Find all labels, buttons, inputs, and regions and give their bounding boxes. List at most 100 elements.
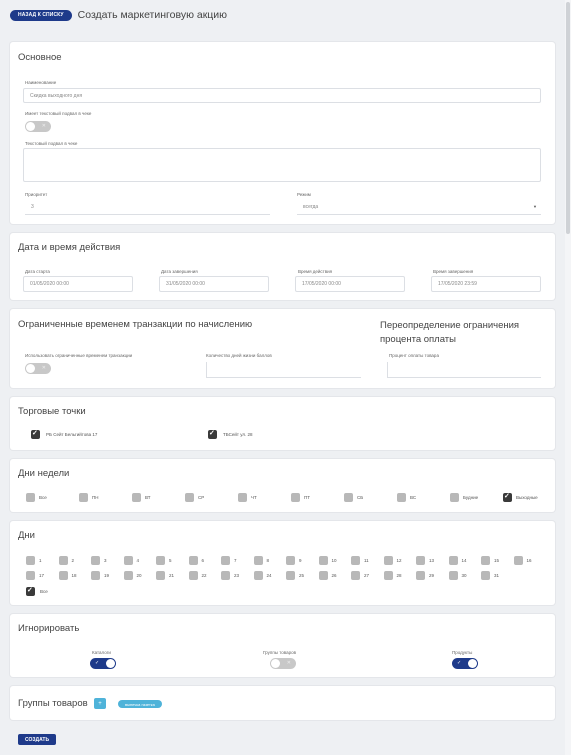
name-input[interactable]: Скидка выходного дня bbox=[23, 88, 541, 103]
toggle-knob bbox=[271, 659, 280, 668]
day-checkbox[interactable] bbox=[188, 556, 198, 565]
day-checkbox[interactable] bbox=[416, 556, 425, 565]
day-checkbox[interactable] bbox=[448, 571, 458, 580]
create-button[interactable]: СОЗДАТЬ bbox=[18, 734, 57, 745]
day-checkbox[interactable] bbox=[253, 571, 263, 580]
day-label: 3 bbox=[104, 558, 107, 563]
weekday-checkbox[interactable] bbox=[185, 493, 194, 502]
end-date-label: Дата завершения bbox=[161, 269, 198, 274]
weekday-label: ВТ bbox=[145, 495, 151, 500]
store-label-1: РБ Сейт Бельгийтова 17 bbox=[46, 432, 98, 437]
end-time-value: 17/05/2020 23:59 bbox=[438, 281, 477, 287]
weekday-checkbox[interactable] bbox=[397, 493, 406, 502]
cross-icon: ✕ bbox=[41, 365, 46, 371]
footer-text-area[interactable] bbox=[23, 148, 541, 182]
page-title: Создать маркетинговую акцию bbox=[77, 9, 228, 21]
weekdays-section: Дни недели Все ПН ВТ СР ЧТ ПТ СБ ВС Будние Выходн… bbox=[10, 459, 555, 512]
weekday-label: Будние bbox=[463, 495, 479, 500]
group-tag[interactable]: выпечка газетка bbox=[118, 700, 162, 708]
day-checkbox[interactable] bbox=[26, 556, 35, 565]
weekday-checkbox[interactable] bbox=[291, 493, 300, 502]
day-checkbox[interactable] bbox=[156, 556, 165, 565]
start-date-input[interactable]: 01/05/2020 00:00 bbox=[23, 276, 133, 292]
day-checkbox[interactable] bbox=[221, 556, 230, 565]
priority-input[interactable]: 3 bbox=[25, 199, 270, 215]
day-checkbox[interactable] bbox=[481, 571, 490, 580]
ignore-products-toggle[interactable]: ✓ bbox=[452, 658, 478, 669]
day-checkbox[interactable] bbox=[58, 571, 68, 580]
weekday-checkbox[interactable] bbox=[450, 493, 459, 502]
weekday-checkbox[interactable] bbox=[503, 492, 512, 502]
toggle-knob bbox=[26, 364, 35, 373]
store-label-2: ТБСейт ул. 28 bbox=[223, 432, 253, 437]
scrollbar[interactable] bbox=[565, 0, 571, 755]
day-checkbox[interactable] bbox=[188, 571, 198, 580]
weekday-checkbox[interactable] bbox=[344, 493, 353, 502]
day-checkbox[interactable] bbox=[383, 571, 393, 580]
day-checkbox[interactable] bbox=[91, 556, 100, 565]
groups-section-title: Группы товаров bbox=[18, 698, 88, 709]
day-checkbox[interactable] bbox=[416, 571, 425, 580]
day-checkbox[interactable] bbox=[513, 556, 523, 565]
day-checkbox[interactable] bbox=[26, 571, 35, 580]
day-checkbox[interactable] bbox=[286, 571, 295, 580]
groups-section: Группы товаров + выпечка газетка bbox=[10, 686, 555, 720]
day-all-checkbox[interactable] bbox=[26, 586, 35, 596]
ignore-catalogs-toggle[interactable]: ✓ bbox=[90, 658, 116, 669]
add-group-icon[interactable]: + bbox=[94, 698, 106, 709]
day-checkbox[interactable] bbox=[351, 571, 360, 580]
end-date-input[interactable]: 31/05/2020 00:00 bbox=[159, 276, 269, 292]
day-label: 15 bbox=[494, 558, 500, 563]
day-checkbox[interactable] bbox=[318, 571, 328, 580]
day-checkbox[interactable] bbox=[318, 556, 328, 565]
day-checkbox[interactable] bbox=[123, 571, 133, 580]
start-time-input[interactable]: 17/05/2020 00:00 bbox=[295, 276, 405, 292]
day-label: 13 bbox=[429, 558, 435, 563]
weekday-checkbox[interactable] bbox=[132, 493, 141, 502]
payment-percent-input[interactable] bbox=[387, 362, 541, 378]
has-text-footer-toggle[interactable]: ✕ bbox=[25, 121, 51, 132]
store-checkbox-1[interactable] bbox=[31, 429, 40, 439]
scrollbar-thumb[interactable] bbox=[566, 2, 570, 234]
chevron-down-icon: ▼ bbox=[533, 204, 537, 209]
day-checkbox[interactable] bbox=[383, 556, 393, 565]
day-checkbox[interactable] bbox=[123, 556, 133, 565]
day-label: 16 bbox=[526, 558, 532, 563]
store-checkbox-2[interactable] bbox=[208, 429, 217, 439]
day-label: 17 bbox=[39, 573, 45, 578]
back-to-list-button[interactable]: НАЗАД К СПИСКУ bbox=[10, 9, 72, 21]
day-checkbox[interactable] bbox=[481, 556, 490, 565]
day-label: 10 bbox=[331, 558, 337, 563]
mode-value: всегда bbox=[303, 203, 319, 210]
ignore-catalogs-label: Каталоги bbox=[92, 650, 111, 655]
ignore-groups-label: Группы товаров bbox=[263, 650, 296, 655]
day-checkbox[interactable] bbox=[221, 571, 230, 580]
day-checkbox[interactable] bbox=[286, 556, 295, 565]
day-label: 30 bbox=[461, 573, 467, 578]
end-time-input[interactable]: 17/05/2020 23:59 bbox=[431, 276, 541, 292]
points-lifetime-input[interactable] bbox=[206, 362, 361, 378]
weekday-label: Все bbox=[39, 495, 47, 500]
day-checkbox[interactable] bbox=[156, 571, 165, 580]
day-checkbox[interactable] bbox=[448, 556, 458, 565]
name-placeholder: Скидка выходного дня bbox=[30, 92, 83, 99]
basic-section: Основное Наименование Скидка выходного д… bbox=[10, 42, 555, 224]
day-label: 24 bbox=[266, 573, 272, 578]
days-section: Дни Все 12345678910111213141516171819202… bbox=[10, 521, 555, 605]
priority-value: 3 bbox=[31, 203, 34, 210]
footer-text-label: Текстовый подвал в чеке bbox=[25, 141, 78, 146]
day-checkbox[interactable] bbox=[351, 556, 360, 565]
day-label: 18 bbox=[71, 573, 77, 578]
weekday-checkbox[interactable] bbox=[79, 493, 88, 502]
day-checkbox[interactable] bbox=[253, 556, 263, 565]
ignore-groups-toggle[interactable]: ✕ bbox=[270, 658, 296, 669]
day-checkbox[interactable] bbox=[58, 556, 68, 565]
weekday-checkbox[interactable] bbox=[26, 493, 35, 502]
day-checkbox[interactable] bbox=[91, 571, 100, 580]
weekday-checkbox[interactable] bbox=[238, 493, 247, 502]
day-label: 2 bbox=[71, 558, 75, 563]
day-label: 7 bbox=[234, 558, 237, 563]
mode-select[interactable]: всегда ▼ bbox=[297, 199, 541, 215]
use-limited-toggle[interactable]: ✕ bbox=[25, 363, 51, 374]
payment-percent-label: Процент оплаты товара bbox=[389, 353, 439, 358]
